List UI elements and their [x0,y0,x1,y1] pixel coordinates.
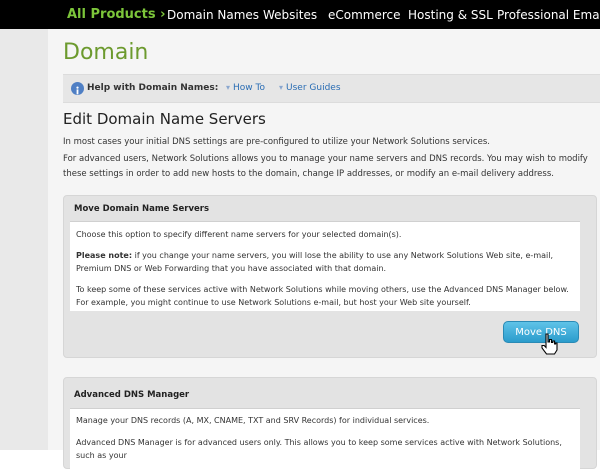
top-navigation: All Products › Domain Names Websites eCo… [0,0,600,29]
advanced-dns-panel: Advanced DNS Manager Manage your DNS rec… [63,377,597,469]
help-bar: Help with Domain Names: ▾ How To ▾ User Gu… [63,74,600,103]
note-text: if you change your name servers, you wil… [76,251,554,273]
bullet-icon: ▾ [226,83,231,92]
user-guides-link[interactable]: ▾ User Guides [279,83,341,93]
advanced-dns-heading: Advanced DNS Manager [74,390,190,400]
advanced-dns-description: Manage your DNS records (A, MX, CNAME, T… [76,416,430,425]
intro-paragraph: In most cases your initial DNS settings … [63,137,490,147]
help-label: Help with Domain Names: [87,83,219,93]
move-dns-description: Choose this option to specify different … [76,230,402,239]
nav-ecommerce[interactable]: eCommerce [328,8,401,22]
section-title: Edit Domain Name Servers [63,110,266,128]
user-guides-label: User Guides [286,83,341,93]
advanced-dns-note: Advanced DNS Manager is for advanced use… [76,438,562,460]
bullet-icon: ▾ [279,83,284,92]
how-to-link[interactable]: ▾ How To [226,83,265,93]
info-icon [71,82,84,95]
nav-professional-email[interactable]: Professional Email [497,8,600,22]
advanced-paragraph: For advanced users, Network Solutions al… [63,154,588,179]
advanced-dns-body: Manage your DNS records (A, MX, CNAME, T… [70,409,580,469]
page-title: Domain [63,40,149,65]
nav-domain-names[interactable]: Domain Names [167,8,259,22]
nav-hosting-ssl[interactable]: Hosting & SSL [408,8,493,22]
move-dns-heading: Move Domain Name Servers [74,204,210,214]
nav-websites[interactable]: Websites [263,8,317,22]
note-label: Please note: [76,251,133,260]
left-gutter [0,29,48,450]
how-to-label: How To [233,83,265,93]
hand-cursor-icon [541,333,558,355]
nav-all-products[interactable]: All Products › [67,7,165,22]
move-dns-advice: To keep some of these services active wi… [76,285,569,307]
move-dns-note: Please note: if you change your name ser… [76,249,581,275]
move-dns-body: Choose this option to specify different … [70,222,580,311]
